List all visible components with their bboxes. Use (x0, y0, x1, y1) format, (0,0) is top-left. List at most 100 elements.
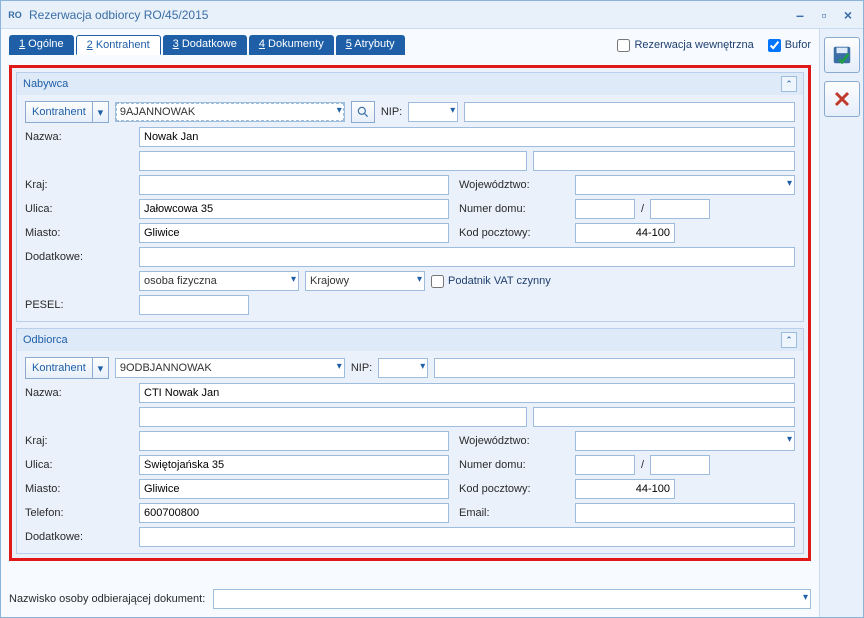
nabywca-zasieg-select[interactable]: Krajowy (305, 271, 425, 291)
nabywca-nr-lokalu-input[interactable] (650, 199, 710, 219)
odbiorca-nr-lokalu-input[interactable] (650, 455, 710, 475)
nabywca-nip-label: NIP: (381, 106, 402, 118)
odbiorca-kraj-label: Kraj: (25, 435, 133, 447)
nabywca-wojewodztwo-select[interactable] (575, 175, 795, 195)
nabywca-ulica-input[interactable] (139, 199, 449, 219)
recipient-name-select[interactable] (213, 589, 811, 609)
nabywca-vat-czynny-checkbox[interactable] (431, 275, 444, 288)
group-odbiorca: Odbiorca ⌃ Kontrahent ▾ 9ODBJANNOWAK (16, 328, 804, 554)
cancel-button[interactable] (824, 81, 860, 117)
odbiorca-wojewodztwo-label: Województwo: (459, 435, 569, 447)
nabywca-nazwa2-input[interactable] (139, 151, 527, 171)
group-nabywca-title: Nabywca (23, 78, 68, 90)
nabywca-nazwa-input[interactable] (139, 127, 795, 147)
group-odbiorca-header: Odbiorca ⌃ (17, 329, 803, 351)
odbiorca-nazwa-label: Nazwa: (25, 387, 133, 399)
nabywca-miasto-input[interactable] (139, 223, 449, 243)
buffer-checkbox[interactable] (768, 39, 781, 52)
nabywca-kontrahent-button[interactable]: Kontrahent (25, 101, 93, 123)
app-icon: RO (7, 7, 23, 23)
group-nabywca-header: Nabywca ⌃ (17, 73, 803, 95)
nabywca-nip-prefix-select[interactable] (408, 102, 458, 122)
nabywca-kontrahent-button-dropdown[interactable]: ▾ (93, 101, 109, 123)
nabywca-kod-pocztowy-input[interactable] (575, 223, 675, 243)
bottom-recipient-row: Nazwisko osoby odbierającej dokument: (9, 581, 811, 613)
tab-atrybuty[interactable]: 5 Atrybuty (336, 35, 405, 55)
highlight-nabywca-odbiorca: Nabywca ⌃ Kontrahent ▾ 9AJANNOWAK (9, 65, 811, 561)
tab-dokumenty[interactable]: 4 Dokumenty (249, 35, 334, 55)
buffer-label: Bufor (785, 39, 811, 51)
buffer-checkbox-row[interactable]: Bufor (768, 39, 811, 52)
nabywca-vat-czynny-row[interactable]: Podatnik VAT czynny (431, 275, 551, 288)
tabs-row: 1 Ogólne 2 Kontrahent 3 Dodatkowe 4 Doku… (9, 35, 811, 55)
odbiorca-kod-pocztowy-label: Kod pocztowy: (459, 483, 569, 495)
collapse-odbiorca-icon[interactable]: ⌃ (781, 332, 797, 348)
save-button[interactable] (824, 37, 860, 73)
odbiorca-dodatkowe-input[interactable] (139, 527, 795, 547)
tab-ogolne[interactable]: 1 Ogólne (9, 35, 74, 55)
minimize-button[interactable]: – (791, 8, 809, 22)
odbiorca-kontrahent-code-select[interactable]: 9ODBJANNOWAK (115, 358, 345, 378)
odbiorca-nazwa3-input[interactable] (533, 407, 795, 427)
nabywca-kraj-input[interactable] (139, 175, 449, 195)
nabywca-typ-osoby-select[interactable]: osoba fizyczna (139, 271, 299, 291)
odbiorca-telefon-label: Telefon: (25, 507, 133, 519)
odbiorca-wojewodztwo-select[interactable] (575, 431, 795, 451)
window-controls: – ▫ × (791, 8, 857, 22)
odbiorca-nazwa2-input[interactable] (139, 407, 527, 427)
odbiorca-nip-input[interactable] (434, 358, 795, 378)
nabywca-numer-domu-label: Numer domu: (459, 203, 569, 215)
odbiorca-kontrahent-button[interactable]: Kontrahent (25, 357, 93, 379)
tab-dodatkowe[interactable]: 3 Dodatkowe (163, 35, 247, 55)
odbiorca-kontrahent-code: 9ODBJANNOWAK (120, 362, 212, 374)
nabywca-lookup-icon[interactable] (351, 101, 375, 123)
odbiorca-nip-prefix-select[interactable] (378, 358, 428, 378)
tab-kontrahent[interactable]: 2 Kontrahent (76, 35, 161, 55)
group-nabywca: Nabywca ⌃ Kontrahent ▾ 9AJANNOWAK (16, 72, 804, 322)
odbiorca-miasto-input[interactable] (139, 479, 449, 499)
nabywca-nip-input[interactable] (464, 102, 795, 122)
collapse-nabywca-icon[interactable]: ⌃ (781, 76, 797, 92)
nabywca-nazwa3-input[interactable] (533, 151, 795, 171)
odbiorca-email-label: Email: (459, 507, 569, 519)
internal-reservation-label: Rezerwacja wewnętrzna (634, 39, 753, 51)
nabywca-dodatkowe-label: Dodatkowe: (25, 251, 133, 263)
odbiorca-nr-domu-input[interactable] (575, 455, 635, 475)
internal-reservation-checkbox[interactable] (617, 39, 630, 52)
nabywca-wojewodztwo-label: Województwo: (459, 179, 569, 191)
odbiorca-ulica-input[interactable] (139, 455, 449, 475)
nabywca-slash-label: / (641, 203, 644, 215)
window-root: RO Rezerwacja odbiorcy RO/45/2015 – ▫ × … (0, 0, 864, 618)
main-column: 1 Ogólne 2 Kontrahent 3 Dodatkowe 4 Doku… (1, 29, 819, 617)
internal-reservation-checkbox-row[interactable]: Rezerwacja wewnętrzna (617, 39, 753, 52)
odbiorca-telefon-input[interactable] (139, 503, 449, 523)
window-title: Rezerwacja odbiorcy RO/45/2015 (29, 8, 791, 22)
nabywca-pesel-input[interactable] (139, 295, 249, 315)
odbiorca-numer-domu-label: Numer domu: (459, 459, 569, 471)
nabywca-nr-domu-input[interactable] (575, 199, 635, 219)
group-odbiorca-body: Kontrahent ▾ 9ODBJANNOWAK NIP: Nazwa: (17, 351, 803, 553)
side-actions (819, 29, 863, 617)
odbiorca-ulica-label: Ulica: (25, 459, 133, 471)
nabywca-vat-czynny-label: Podatnik VAT czynny (448, 275, 551, 287)
group-nabywca-body: Kontrahent ▾ 9AJANNOWAK NIP: (17, 95, 803, 321)
odbiorca-kod-pocztowy-input[interactable] (575, 479, 675, 499)
odbiorca-kontrahent-button-dropdown[interactable]: ▾ (93, 357, 109, 379)
nabywca-ulica-label: Ulica: (25, 203, 133, 215)
odbiorca-email-input[interactable] (575, 503, 795, 523)
maximize-button[interactable]: ▫ (815, 8, 833, 22)
body-area: 1 Ogólne 2 Kontrahent 3 Dodatkowe 4 Doku… (1, 29, 863, 617)
nabywca-pesel-label: PESEL: (25, 299, 133, 311)
nabywca-kod-pocztowy-label: Kod pocztowy: (459, 227, 569, 239)
nabywca-dodatkowe-input[interactable] (139, 247, 795, 267)
tabs: 1 Ogólne 2 Kontrahent 3 Dodatkowe 4 Doku… (9, 35, 405, 55)
close-window-button[interactable]: × (839, 8, 857, 22)
odbiorca-miasto-label: Miasto: (25, 483, 133, 495)
odbiorca-nazwa-input[interactable] (139, 383, 795, 403)
nabywca-nazwa-label: Nazwa: (25, 131, 133, 143)
odbiorca-slash-label: / (641, 459, 644, 471)
nabywca-miasto-label: Miasto: (25, 227, 133, 239)
odbiorca-dodatkowe-label: Dodatkowe: (25, 531, 133, 543)
nabywca-kontrahent-code-select[interactable]: 9AJANNOWAK (115, 102, 345, 122)
odbiorca-kraj-input[interactable] (139, 431, 449, 451)
